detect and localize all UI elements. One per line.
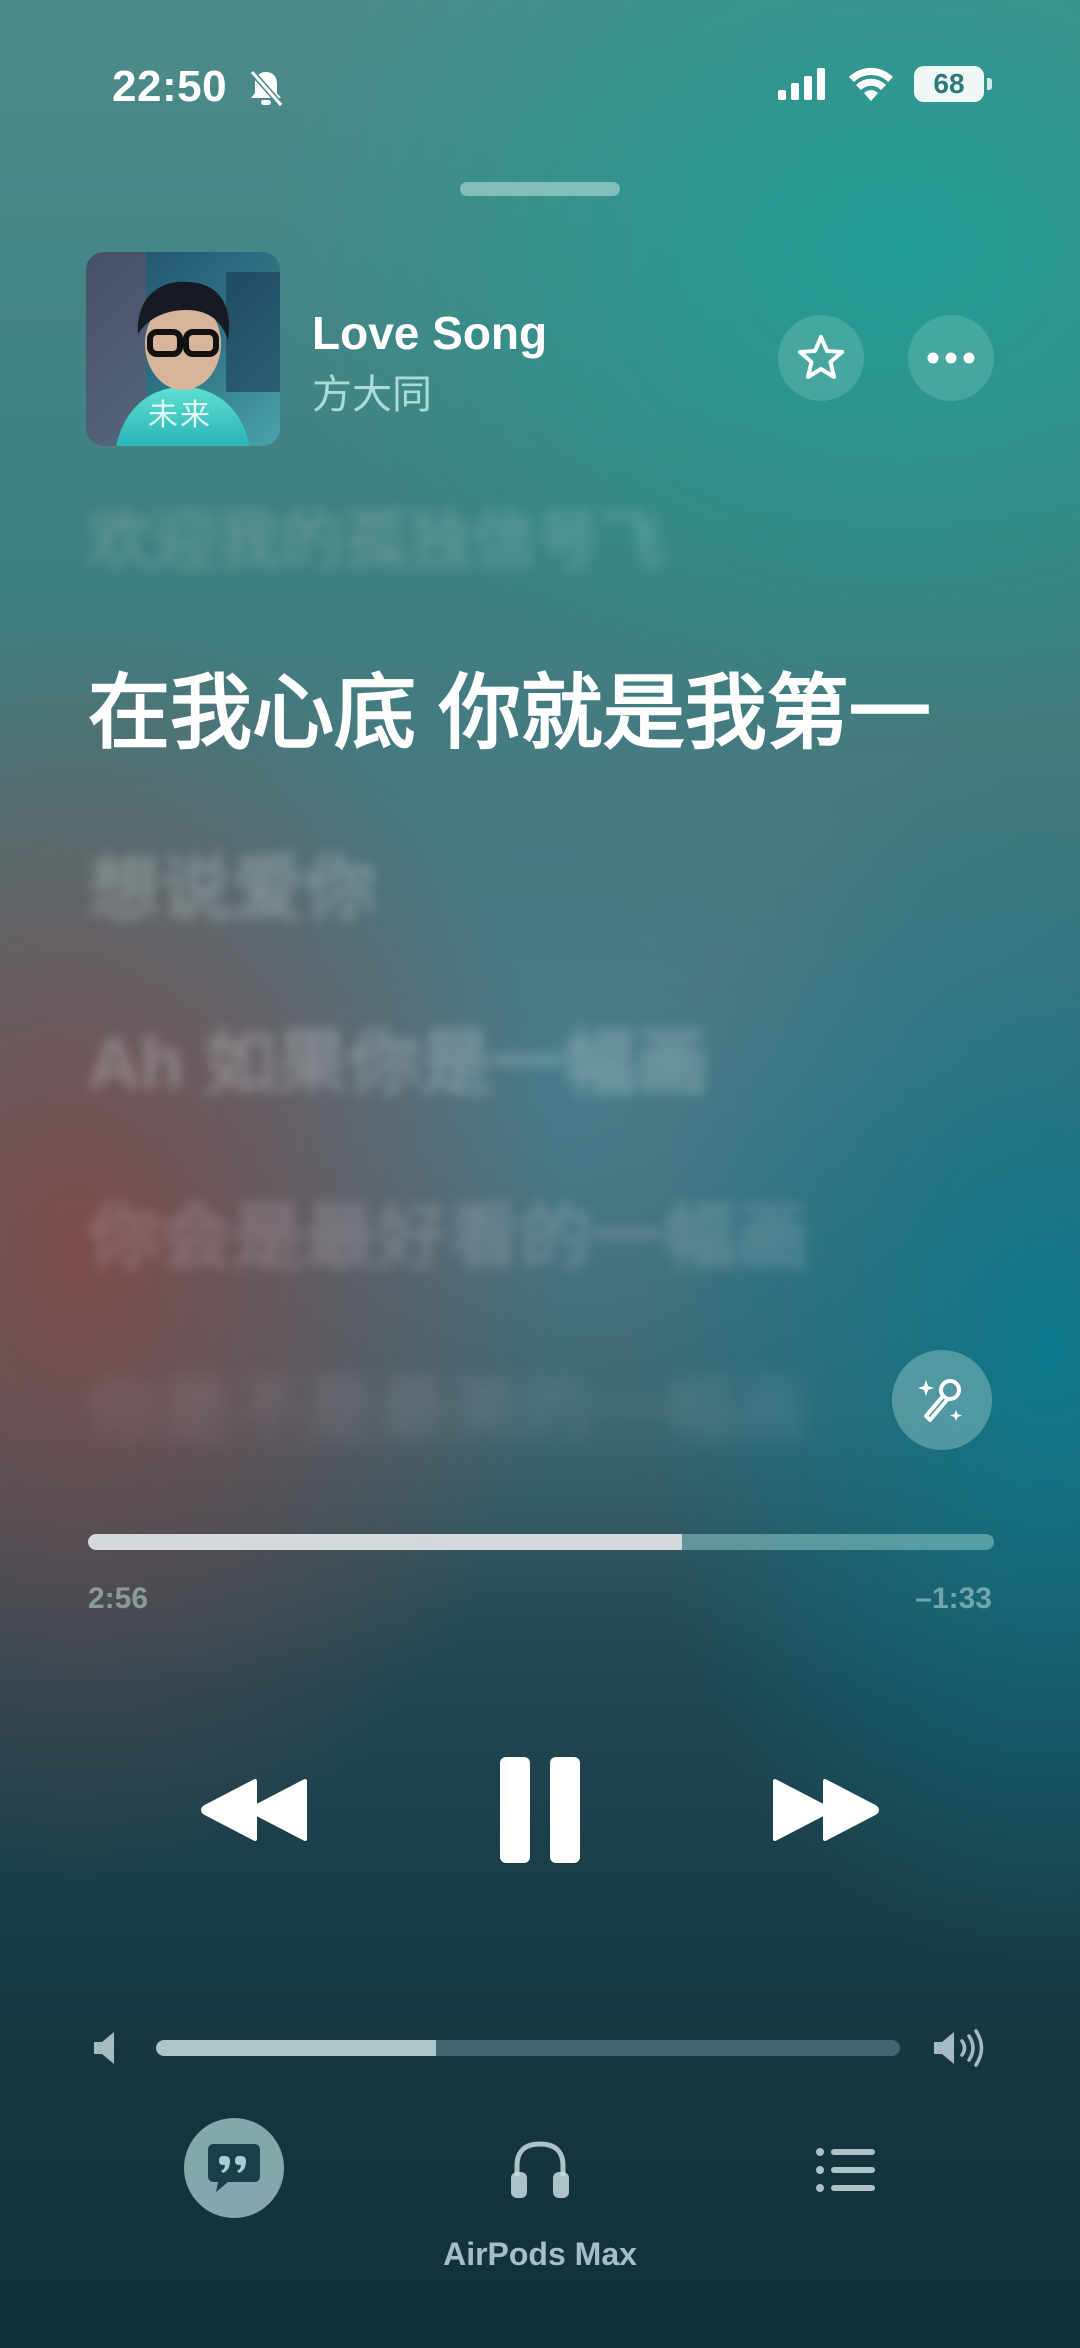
battery-icon: 68 (914, 66, 992, 102)
track-artist[interactable]: 方大同 (312, 362, 432, 420)
lyric-line-upcoming[interactable]: 想说爱你 (88, 830, 376, 935)
more-options-button[interactable] (908, 315, 994, 401)
volume-slider[interactable] (156, 2040, 900, 2056)
favorite-button[interactable] (778, 315, 864, 401)
status-right: 68 (778, 66, 992, 102)
queue-button[interactable] (806, 2130, 886, 2210)
airplay-device-label[interactable]: AirPods Max (380, 2236, 700, 2273)
elapsed-time: 2:56 (88, 1582, 149, 1615)
playback-progress-fill (88, 1534, 683, 1550)
lyric-line-previous[interactable]: 欢迎我的孤独信号飞 (88, 490, 664, 582)
pause-button[interactable] (480, 1740, 600, 1880)
lyric-line-upcoming[interactable]: 你是不是最美的一幅画 (88, 1350, 808, 1455)
airplay-button[interactable] (500, 2130, 580, 2210)
album-artwork[interactable]: 未来 (86, 252, 280, 446)
forward-button[interactable] (760, 1760, 890, 1860)
wifi-icon (849, 67, 893, 101)
quote-bubble-icon (208, 2144, 260, 2192)
forward-icon (773, 1779, 879, 1841)
list-icon (816, 2148, 875, 2192)
pause-icon (500, 1757, 580, 1863)
bell-slash-icon (249, 70, 284, 107)
rewind-button[interactable] (190, 1760, 320, 1860)
volume-high-icon (934, 2029, 984, 2067)
remaining-time: –1:33 (915, 1582, 992, 1615)
volume-low-icon (94, 2032, 114, 2064)
volume-fill (156, 2040, 436, 2056)
backward-icon (201, 1779, 307, 1841)
sheet-grabber[interactable] (460, 182, 620, 196)
lyric-line-current[interactable]: 在我心底 你就是我第一 (88, 646, 931, 765)
sing-button[interactable] (892, 1350, 992, 1450)
ellipsis-icon (927, 352, 975, 364)
status-time: 22:50 (112, 62, 228, 111)
cellular-signal-icon (778, 68, 825, 100)
track-title[interactable]: Love Song (312, 306, 547, 360)
airpods-max-icon (511, 2141, 569, 2198)
microphone-sparkle-icon (918, 1379, 962, 1422)
lyric-line-upcoming[interactable]: 你会是最好看的一幅画 (88, 1178, 808, 1283)
playback-progress-slider[interactable] (88, 1534, 994, 1550)
artwork-text: 未来 (148, 398, 212, 433)
star-icon (798, 335, 844, 379)
lyrics-button[interactable] (184, 2118, 284, 2218)
lyric-line-upcoming[interactable]: Ah 如果你是一幅画 (88, 1004, 708, 1109)
